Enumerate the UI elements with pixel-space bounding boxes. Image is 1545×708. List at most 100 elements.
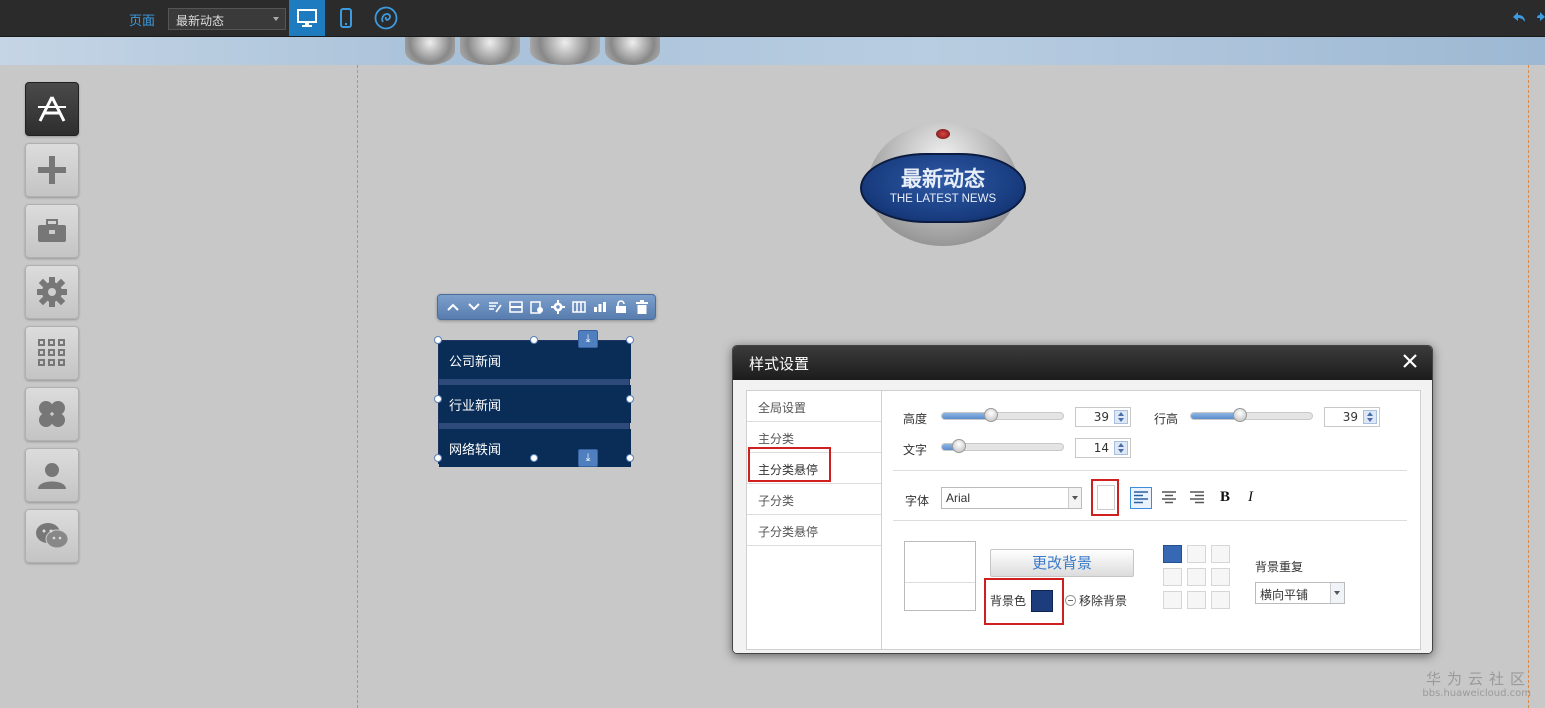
resize-handle[interactable] (530, 336, 538, 344)
resize-handle[interactable] (434, 336, 442, 344)
resize-handle[interactable] (626, 336, 634, 344)
clover-button[interactable] (25, 387, 79, 441)
remove-background-label: 移除背景 (1079, 594, 1128, 608)
download-handle-icon[interactable]: ⤓ (578, 449, 598, 467)
text-size-value: 14 (1093, 441, 1109, 455)
undo-icon[interactable] (1511, 10, 1527, 24)
redo-icon[interactable] (1537, 10, 1545, 24)
toolbox-button[interactable] (25, 204, 79, 258)
page-select[interactable]: 最新动态 (168, 8, 286, 30)
close-icon (1403, 354, 1417, 368)
font-color-picker[interactable] (1097, 485, 1115, 510)
wechat-button[interactable] (25, 509, 79, 563)
mobile-view-button[interactable] (331, 0, 361, 36)
align-center-button[interactable] (1158, 487, 1180, 509)
resize-handle[interactable] (626, 395, 634, 403)
banner-decoration (530, 37, 600, 65)
tab-sub-category[interactable]: 子分类 (747, 484, 881, 515)
chevron-down-icon (273, 17, 279, 21)
line-height-slider-knob[interactable] (1233, 408, 1247, 422)
desktop-view-button[interactable] (289, 0, 325, 36)
position-middle-center[interactable] (1187, 568, 1206, 586)
background-preview (904, 541, 976, 611)
background-color-swatch[interactable] (1031, 590, 1053, 612)
background-repeat-select[interactable]: 横向平铺 (1255, 582, 1345, 604)
position-middle-left[interactable] (1163, 568, 1182, 586)
chart-icon[interactable] (591, 299, 608, 316)
height-slider-knob[interactable] (984, 408, 998, 422)
stepper-arrows-icon[interactable] (1114, 441, 1128, 455)
layout-icon[interactable] (507, 299, 524, 316)
badge-dot (936, 129, 950, 139)
category-nav-widget[interactable]: 公司新闻 行业新闻 网络轶闻 (438, 340, 631, 467)
stepper-arrows-icon[interactable] (1114, 410, 1128, 424)
wechat-view-button[interactable] (370, 0, 402, 36)
text-size-slider[interactable] (941, 439, 1064, 453)
style-pane: 高度 39 行高 39 文字 14 字体 Arial B I 更改背景 背景色 … (881, 390, 1421, 650)
tab-sub-category-hover[interactable]: 子分类悬停 (747, 515, 881, 546)
columns-icon[interactable] (570, 299, 587, 316)
add-module-button[interactable] (25, 143, 79, 197)
font-section: 字体 Arial B I (893, 479, 1407, 521)
position-top-left[interactable] (1163, 545, 1182, 563)
move-down-icon[interactable] (465, 299, 482, 316)
line-height-stepper[interactable]: 39 (1324, 407, 1380, 427)
position-bottom-right[interactable] (1211, 591, 1230, 609)
position-top-right[interactable] (1211, 545, 1230, 563)
banner-decoration (460, 37, 520, 65)
settings-button[interactable] (25, 265, 79, 319)
apps-grid-button[interactable] (25, 326, 79, 380)
member-button[interactable] (25, 448, 79, 502)
align-left-icon (1134, 491, 1148, 504)
resize-handle[interactable] (434, 395, 442, 403)
unlock-icon[interactable] (612, 299, 629, 316)
change-background-button[interactable]: 更改背景 (990, 549, 1134, 577)
nav-item[interactable]: 行业新闻 (439, 385, 631, 423)
chevron-down-icon (1068, 488, 1081, 508)
clover-icon (39, 401, 65, 427)
position-bottom-center[interactable] (1187, 591, 1206, 609)
design-tool-button[interactable] (25, 82, 79, 136)
resize-handle[interactable] (626, 454, 634, 462)
align-right-button[interactable] (1186, 487, 1208, 509)
close-button[interactable] (1400, 351, 1420, 371)
line-height-label: 行高 (1154, 412, 1179, 426)
background-repeat-value: 横向平铺 (1260, 588, 1309, 602)
height-value: 39 (1093, 410, 1109, 424)
header-banner (0, 37, 1545, 65)
gear-icon[interactable] (549, 299, 566, 316)
text-size-stepper[interactable]: 14 (1075, 438, 1131, 458)
watermark-title: 华为云社区 (1425, 670, 1531, 688)
height-stepper[interactable]: 39 (1075, 407, 1131, 427)
size-section: 高度 39 行高 39 文字 14 (893, 398, 1407, 471)
font-family-select[interactable]: Arial (941, 487, 1082, 509)
bold-button[interactable]: B (1220, 489, 1230, 506)
watermark-url: bbs.huaweicloud.com (1422, 688, 1531, 699)
text-size-slider-knob[interactable] (952, 439, 966, 453)
background-section: 更改背景 背景色 移除背景 背景重复 横向平铺 (893, 529, 1407, 627)
edit-text-icon[interactable] (486, 299, 503, 316)
stepper-arrows-icon[interactable] (1363, 410, 1377, 424)
height-label: 高度 (903, 412, 928, 426)
position-top-center[interactable] (1187, 545, 1206, 563)
line-height-slider[interactable] (1190, 408, 1313, 422)
height-slider[interactable] (941, 408, 1064, 422)
remove-background-button[interactable]: 移除背景 (1065, 592, 1127, 609)
position-bottom-left[interactable] (1163, 591, 1182, 609)
nav-item[interactable]: 公司新闻 (439, 341, 631, 379)
move-up-icon[interactable] (444, 299, 461, 316)
trash-icon[interactable] (633, 299, 650, 316)
tab-global[interactable]: 全局设置 (747, 391, 881, 422)
resize-handle[interactable] (434, 454, 442, 462)
wechat-pay-icon (374, 6, 398, 30)
position-middle-right[interactable] (1211, 568, 1230, 586)
phone-icon (340, 8, 352, 28)
briefcase-icon (38, 219, 66, 242)
align-left-button[interactable] (1130, 487, 1152, 509)
resize-handle[interactable] (530, 454, 538, 462)
style-settings-icon[interactable] (528, 299, 545, 316)
chevron-down-icon (1330, 583, 1344, 603)
grid-icon (38, 339, 65, 366)
italic-button[interactable]: I (1248, 489, 1253, 506)
download-handle-icon[interactable]: ⤓ (578, 330, 598, 348)
